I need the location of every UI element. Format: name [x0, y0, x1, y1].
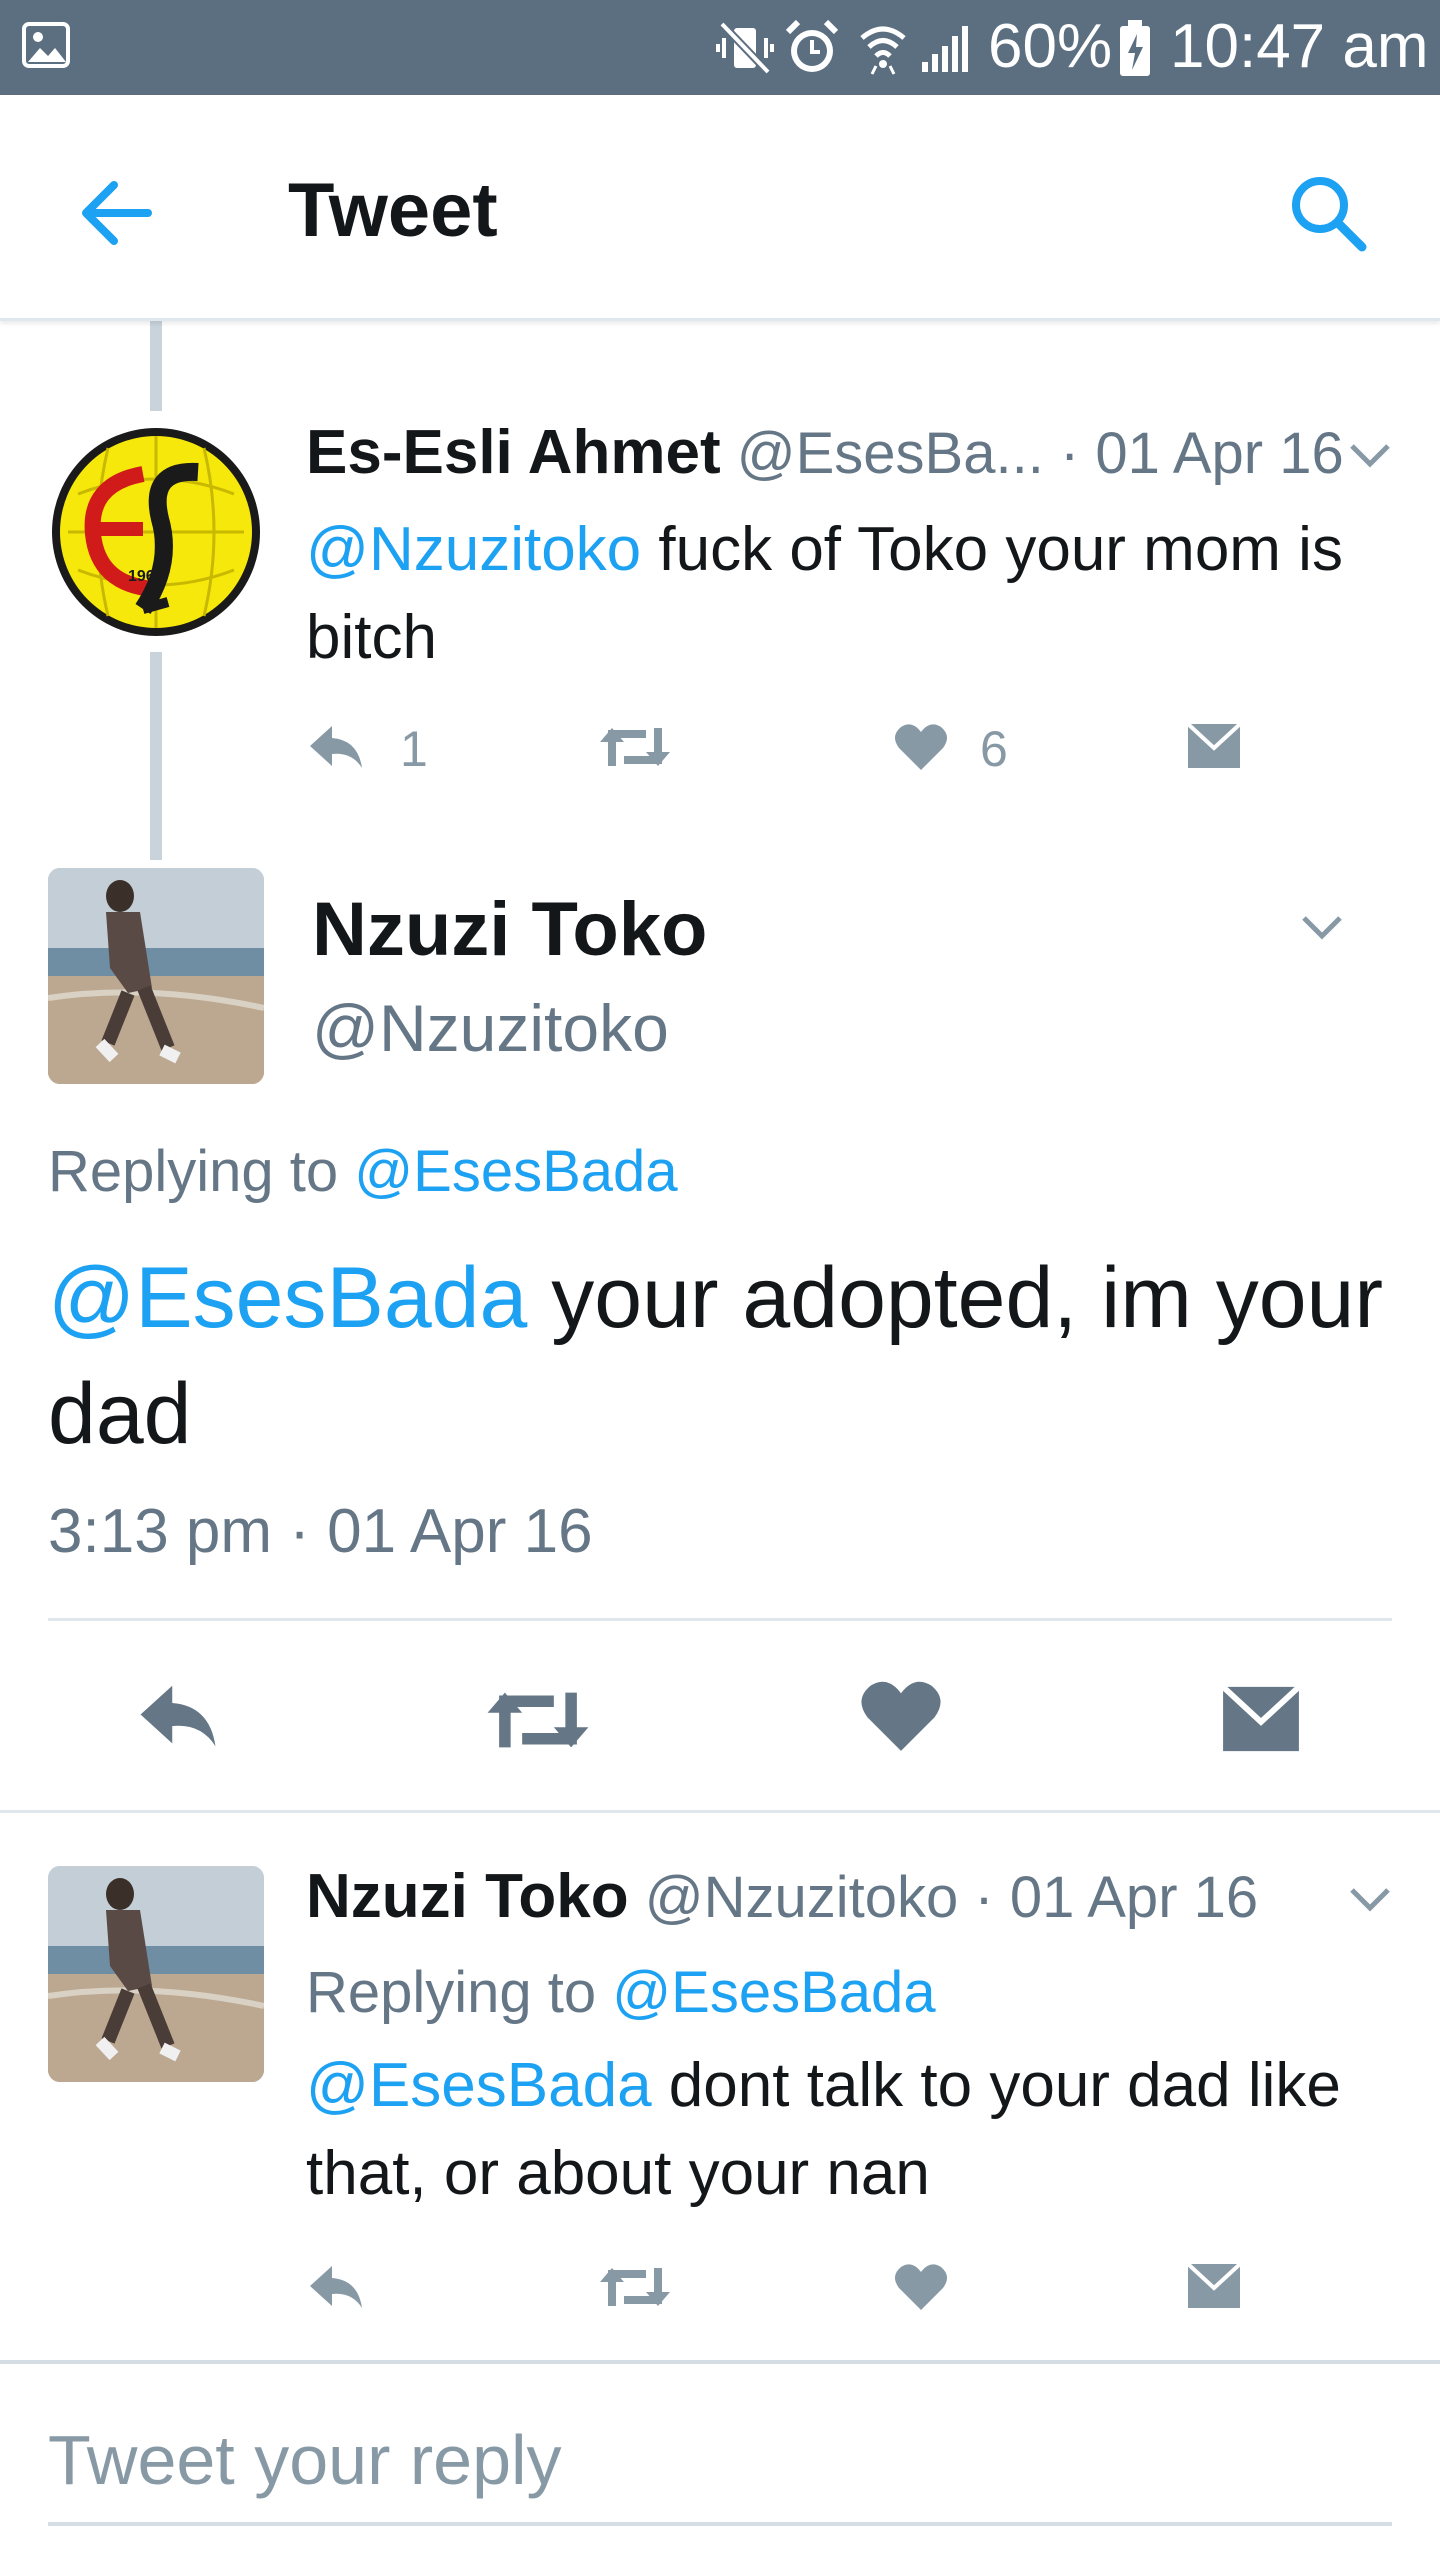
tweet-date: · 01 Apr 16 [974, 1865, 1259, 1930]
replying-to-label: Replying to [48, 1139, 355, 1204]
replying-to-label: Replying to [306, 1960, 613, 2025]
tweet-date: · 01 Apr 16 [1059, 421, 1344, 486]
retweet-icon [487, 1692, 589, 1748]
retweet-icon [600, 728, 670, 766]
author-name[interactable]: Nzuzi Toko [312, 886, 707, 973]
avatar[interactable] [48, 1866, 264, 2082]
author-handle[interactable]: @Nzuzitoko [645, 1865, 959, 1930]
avatar[interactable]: 1965 [48, 424, 264, 640]
tweet-header: Nzuzi Toko @Nzuzitoko · 01 Apr 16 [306, 1862, 1258, 1933]
search-icon [1292, 177, 1367, 252]
tweet-menu-button[interactable] [1300, 912, 1344, 942]
like-button[interactable] [860, 1678, 942, 1754]
mention-link[interactable]: @EsesBada [306, 2051, 652, 2120]
retweet-icon [600, 2268, 670, 2306]
author-handle[interactable]: @Nzuzitoko [312, 990, 669, 1066]
divider [48, 1618, 1392, 1621]
reply-placeholder: Tweet your reply [48, 2421, 562, 2499]
avatar-year-text: 1965 [128, 568, 164, 585]
replying-to: Replying to @EsesBada [306, 1958, 936, 2028]
replying-to-handle[interactable]: @EsesBada [354, 1139, 677, 1204]
mention-link[interactable]: @EsesBada [48, 1250, 527, 1346]
envelope-icon [1221, 1684, 1301, 1752]
replying-to-handle[interactable]: @EsesBada [612, 1960, 935, 2025]
club-logo-icon: 1965 [52, 428, 260, 636]
reply-icon [310, 726, 362, 768]
reply-button[interactable] [306, 722, 366, 772]
battery-percentage: 60% [988, 12, 1113, 81]
user-photo-icon [48, 1866, 264, 2082]
author-handle[interactable]: @EsesBa... [737, 421, 1044, 486]
heart-icon [894, 724, 948, 770]
reply-icon [310, 2266, 362, 2308]
clock: 10:47 am [1170, 12, 1429, 81]
like-count: 6 [980, 721, 1008, 777]
battery-charging-icon [1118, 20, 1152, 78]
retweet-button[interactable] [598, 2262, 672, 2312]
retweet-button[interactable] [484, 1684, 592, 1756]
reply-count: 1 [400, 721, 428, 777]
wifi-icon [858, 20, 908, 76]
tweet-header: Es-Esli Ahmet @EsesBa... · 01 Apr 16 [306, 418, 1344, 489]
reply-input[interactable]: Tweet your reply [48, 2406, 1392, 2526]
reply-button[interactable] [132, 1680, 224, 1752]
retweet-button[interactable] [598, 722, 672, 772]
author-name[interactable]: Nzuzi Toko [306, 1862, 629, 1931]
status-bar: 60% 10:47 am [0, 0, 1440, 95]
replying-to: Replying to @EsesBada [48, 1138, 678, 1205]
like-button[interactable] [894, 722, 948, 772]
thread-line [150, 652, 162, 860]
page-title: Tweet [288, 168, 498, 253]
like-button[interactable] [894, 2262, 948, 2312]
vibrate-mute-icon [716, 20, 774, 76]
thread-line [150, 321, 162, 411]
tweet-text: @Nzuzitoko fuck of Toko your mom is bitc… [306, 506, 1396, 682]
avatar[interactable] [48, 868, 264, 1084]
signal-icon [918, 24, 970, 74]
heart-icon [861, 1681, 941, 1751]
reply-icon [140, 1685, 216, 1747]
tweet-text: @EsesBada your adopted, im your dad [48, 1240, 1408, 1472]
tweet-timestamp: 3:13 pm · 01 Apr 16 [48, 1497, 593, 1566]
chevron-down-icon [1302, 916, 1342, 940]
tweet-text: @EsesBada dont talk to your dad like tha… [306, 2042, 1406, 2218]
search-button[interactable] [1284, 169, 1374, 259]
direct-message-button[interactable] [1186, 2262, 1242, 2310]
user-photo-icon [48, 868, 264, 1084]
back-button[interactable] [76, 173, 156, 253]
alarm-icon [784, 18, 840, 78]
chevron-down-icon [1350, 1888, 1390, 1912]
divider [0, 1810, 1440, 1813]
direct-message-button[interactable] [1220, 1684, 1302, 1754]
chevron-down-icon [1350, 444, 1390, 468]
heart-icon [894, 2264, 948, 2310]
envelope-icon [1186, 2262, 1242, 2308]
direct-message-button[interactable] [1186, 722, 1242, 770]
envelope-icon [1186, 722, 1242, 768]
tweet-menu-button[interactable] [1348, 440, 1392, 470]
app-bar: Tweet [0, 95, 1440, 321]
tweet-menu-button[interactable] [1348, 1884, 1392, 1914]
mention-link[interactable]: @Nzuzitoko [306, 515, 641, 584]
reply-button[interactable] [306, 2262, 366, 2312]
divider [0, 2360, 1440, 2364]
arrow-left-icon [82, 181, 152, 245]
author-name[interactable]: Es-Esli Ahmet [306, 418, 721, 487]
gallery-notification-icon [22, 22, 70, 68]
